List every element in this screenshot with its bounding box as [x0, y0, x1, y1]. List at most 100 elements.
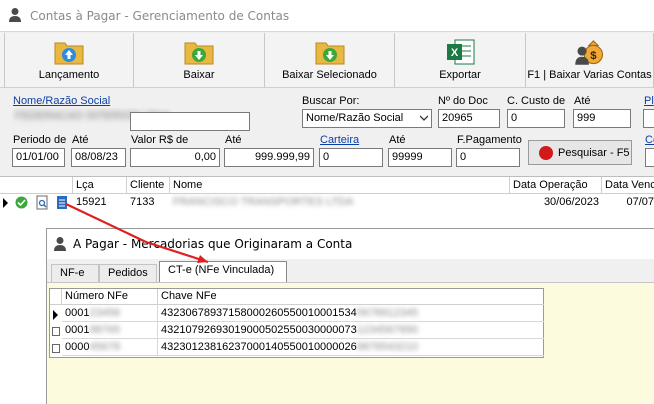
carteira-input[interactable]: 0 — [319, 148, 383, 167]
svg-text:$: $ — [590, 50, 597, 62]
grid-header-cliente[interactable]: Cliente — [127, 177, 170, 194]
excel-icon: X — [447, 39, 475, 65]
baixar-varias-contas-button[interactable]: $ F1 | Baixar Varias Contas — [526, 33, 654, 87]
folder-down-icon — [184, 42, 214, 65]
carteira-label[interactable]: Carteira — [320, 134, 359, 146]
window-titlebar: Contas à Pagar - Gerenciamento de Contas — [0, 0, 654, 32]
nfe-grid: Número NFe Chave NFe 000123456 432306789… — [49, 288, 544, 358]
valor-label: Valor R$ de — [131, 134, 189, 146]
lancamento-label: Lançamento — [38, 69, 100, 81]
nfe-grid-header-indicator — [50, 289, 62, 305]
cell-chave-nfe: 4323012381623700014055001000002698765432… — [158, 339, 544, 356]
cell-chave-hidden: 5678912345 — [356, 307, 418, 319]
fpag-input[interactable]: 0 — [456, 148, 520, 167]
cell-numero-hidden: 98765 — [89, 324, 121, 336]
toolbar: Lançamento Baixar Baixar Selecionado X E… — [0, 33, 654, 88]
ate-valor-label: Até — [225, 134, 242, 146]
chevron-down-icon — [420, 115, 428, 121]
search-icon — [539, 146, 553, 160]
baixar-selecionado-button[interactable]: Baixar Selecionado — [265, 33, 395, 87]
nome-label[interactable]: Nome/Razão Social — [13, 95, 110, 107]
tab-pedidos[interactable]: Pedidos — [99, 264, 157, 282]
periodo-de-input[interactable]: 01/01/00 — [12, 148, 65, 167]
cell-chave-visible: 43230123816237000140550010000026 — [161, 341, 357, 353]
cell-numero-nfe: 000123456 — [62, 305, 158, 322]
grid-header-data-operacao[interactable]: Data Operação — [510, 177, 602, 194]
c-custo-label: C. Custo de — [507, 95, 566, 107]
row-indicator-icon — [52, 344, 60, 353]
cell-numero-visible: 0001 — [65, 307, 90, 319]
cell-nome-value: FRANCISCO TRANSPORTES LTDA — [173, 196, 354, 208]
buscar-por-value: Nome/Razão Social — [306, 112, 404, 124]
cell-numero-nfe: 000045678 — [62, 339, 158, 356]
dialog-titlebar: A Pagar - Mercadorias que Originaram a C… — [47, 229, 654, 259]
valor-ate-input[interactable]: 999.999,99 — [224, 148, 314, 167]
cell-data-operacao: 30/06/2023 — [543, 196, 599, 208]
check-icon[interactable] — [15, 196, 28, 209]
grid-header-nome[interactable]: Nome — [170, 177, 510, 194]
tab-nfe[interactable]: NF-e — [51, 264, 99, 282]
cell-chave-visible: 43230678937158000260550010001534 — [161, 307, 357, 319]
buscar-por-select[interactable]: Nome/Razão Social — [302, 109, 432, 128]
co-input[interactable] — [645, 148, 654, 167]
buscar-por-label: Buscar Por: — [302, 95, 360, 107]
cell-numero-visible: 0001 — [65, 324, 90, 336]
user-icon — [54, 237, 66, 251]
search-button[interactable]: Pesquisar - F5 — [528, 140, 632, 165]
ate-periodo-label: Até — [72, 134, 89, 146]
fpag-label: F.Pagamento — [457, 134, 522, 146]
cell-numero-hidden: 23456 — [89, 307, 121, 319]
grid-header-data-venc[interactable]: Data Venc — [602, 177, 654, 194]
pl-label[interactable]: Pl — [644, 95, 654, 107]
c-custo-input[interactable]: 0 — [507, 109, 565, 128]
money-bag-icon: $ — [574, 40, 603, 65]
row-indicator-icon — [52, 327, 60, 336]
periodo-ate-input[interactable]: 08/08/23 — [71, 148, 126, 167]
valor-de-input[interactable]: 0,00 — [130, 148, 220, 167]
carteira-ate-input[interactable]: 99999 — [388, 148, 452, 167]
tab-body: Número NFe Chave NFe 000123456 432306789… — [47, 282, 654, 404]
cell-chave-nfe: 4321079269301900050255003000007312345678… — [158, 322, 544, 339]
baixar-selecionado-label: Baixar Selecionado — [282, 69, 377, 81]
row-indicator-icon — [3, 198, 8, 208]
co-label[interactable]: Co — [645, 134, 654, 146]
nome-input[interactable] — [130, 112, 250, 131]
n-doc-label: Nº do Doc — [438, 95, 488, 107]
exportar-label: Exportar — [439, 69, 481, 81]
ate-carteira-label: Até — [389, 134, 406, 146]
cell-chave-hidden: 1234567890 — [356, 324, 418, 336]
cell-numero-nfe: 000198765 — [62, 322, 158, 339]
lancamento-button[interactable]: Lançamento — [4, 33, 134, 87]
baixar-button[interactable]: Baixar — [134, 33, 265, 87]
grid-header-lca[interactable]: Lça — [73, 177, 127, 194]
cell-chave-visible: 43210792693019000502550030000073 — [161, 324, 357, 336]
window-title: Contas à Pagar - Gerenciamento de Contas — [30, 9, 290, 23]
pl-input[interactable] — [643, 109, 654, 128]
baixar-varias-contas-label: F1 | Baixar Varias Contas — [527, 69, 652, 81]
baixar-label: Baixar — [183, 69, 215, 81]
document-list-icon[interactable] — [56, 195, 68, 210]
row-indicator-icon — [53, 310, 58, 320]
dialog-title: A Pagar - Mercadorias que Originaram a C… — [73, 237, 353, 251]
folder-down-icon — [315, 42, 344, 65]
mercadorias-dialog: A Pagar - Mercadorias que Originaram a C… — [46, 228, 654, 404]
nfe-grid-header-chave[interactable]: Chave NFe — [158, 289, 544, 305]
ate-custo-input[interactable]: 999 — [573, 109, 631, 128]
search-button-label: Pesquisar - F5 — [558, 147, 630, 159]
svg-text:X: X — [451, 47, 459, 59]
grid-header-icons — [0, 177, 73, 194]
nfe-grid-header-numero[interactable]: Número NFe — [62, 289, 158, 305]
tab-cte-nfe-vinculada[interactable]: CT-e (NFe Vinculada) — [159, 261, 287, 283]
cell-nome: FRANCISCO TRANSPORTES LTDA — [170, 194, 510, 211]
document-search-icon[interactable] — [36, 195, 49, 210]
user-icon — [9, 8, 21, 22]
exportar-button[interactable]: X Exportar — [395, 33, 526, 87]
folder-up-icon — [54, 42, 84, 65]
cell-cliente: 7133 — [130, 196, 155, 208]
ate-custo-label: Até — [574, 95, 591, 107]
n-doc-input[interactable]: 20965 — [438, 109, 500, 128]
cell-chave-hidden: 9876543210 — [356, 341, 418, 353]
cell-numero-hidden: 45678 — [89, 341, 121, 353]
cell-data-venc: 07/07 — [626, 196, 654, 208]
cell-chave-nfe: 4323067893715800026055001000153456789123… — [158, 305, 544, 322]
